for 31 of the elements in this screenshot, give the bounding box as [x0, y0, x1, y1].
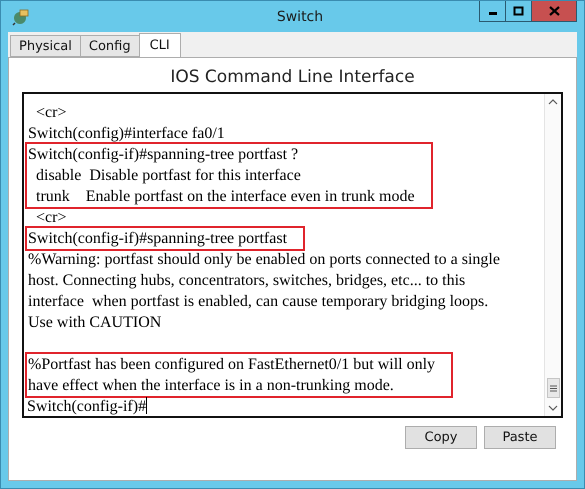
terminal-line: Switch(config-if)#spanning-tree portfast	[28, 229, 288, 249]
terminal-line: Use with CAUTION	[28, 313, 162, 333]
tab[interactable]: Physical	[10, 35, 81, 57]
scroll-thumb[interactable]	[546, 378, 560, 398]
app-icon	[12, 8, 30, 26]
action-button[interactable]: Paste	[484, 426, 556, 449]
scrollbar[interactable]	[544, 94, 561, 416]
terminal-line: interface when portfast is enabled, can cause temporary bridging loops.	[28, 292, 490, 312]
terminal-line: <cr>	[35, 103, 68, 123]
tab[interactable]: Config	[80, 35, 140, 57]
terminal-line: disable Disable portfast for this interface	[35, 166, 302, 186]
terminal-prompt: Switch(config-if)#	[27, 396, 148, 416]
scroll-up-icon[interactable]	[548, 98, 558, 106]
terminal-line: %Warning: portfast should only be enabled on ports connected to a single	[28, 250, 500, 270]
close-icon	[548, 6, 560, 16]
scroll-down-icon[interactable]	[548, 404, 558, 412]
minimize-button[interactable]	[479, 1, 506, 22]
terminal-line: trunk Enable portfast on the interface even in trunk mode	[35, 187, 415, 207]
maximize-icon	[513, 6, 524, 16]
terminal-line: %Portfast has been configured on FastEthernet0/1 but will only	[28, 355, 436, 375]
terminal-line: <cr>	[35, 208, 66, 228]
terminal-line: Switch(config)#interface fa0/1	[28, 124, 225, 144]
terminal-line: have effect when the interface is in a non-trunking mode.	[28, 376, 395, 396]
terminal-line: host. Connecting hubs, concentrators, switches, bridges, etc... to this	[28, 271, 466, 291]
terminal-line: Switch(config-if)#spanning-tree portfast ?	[28, 145, 300, 165]
window-title: Switch	[276, 8, 324, 24]
terminal-console[interactable]	[22, 92, 563, 418]
close-button[interactable]	[531, 1, 577, 22]
panel-heading: IOS Command Line Interface	[169, 66, 416, 89]
tab[interactable]: CLI	[138, 33, 181, 57]
action-button[interactable]: Copy	[405, 426, 477, 449]
